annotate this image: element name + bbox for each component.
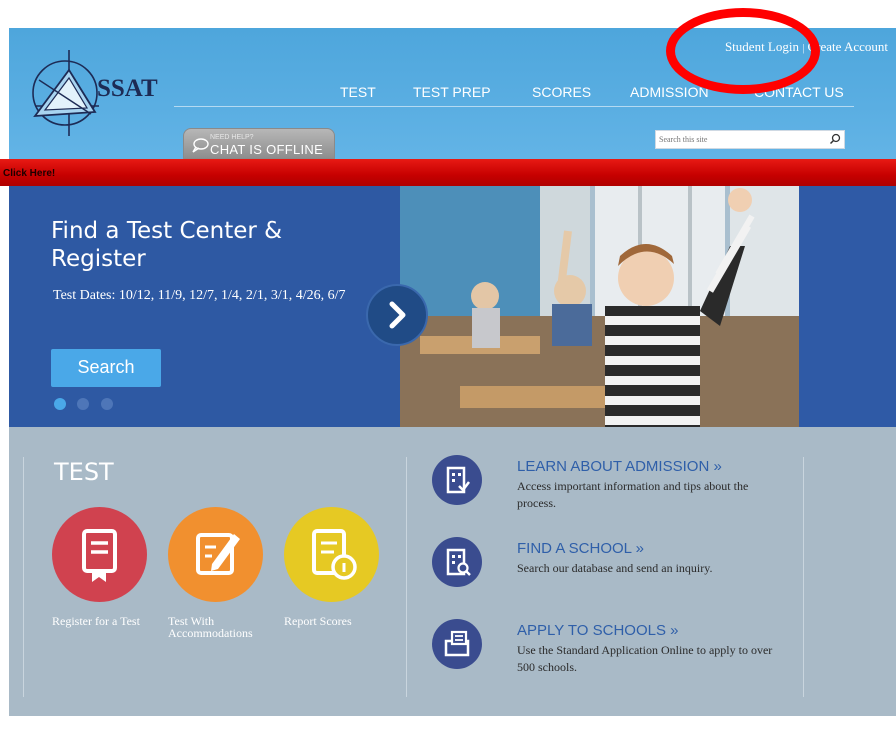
alert-banner[interactable]: Click Here! bbox=[0, 159, 896, 186]
report-scores-button[interactable] bbox=[284, 507, 379, 602]
find-school-link[interactable]: FIND A SCHOOL » bbox=[517, 540, 644, 557]
apply-schools-icon-button[interactable] bbox=[432, 619, 482, 669]
classroom-photo bbox=[400, 186, 799, 427]
column-divider bbox=[23, 457, 24, 697]
report-scores-label[interactable]: Report Scores bbox=[284, 615, 384, 627]
find-school-desc: Search our database and send an inquiry. bbox=[517, 561, 713, 575]
test-accommodations-label[interactable]: Test With Accommodations bbox=[168, 615, 268, 639]
edit-document-icon bbox=[196, 533, 240, 575]
learn-admission-desc: Access important information and tips ab… bbox=[517, 479, 749, 510]
learn-admission-icon-button[interactable] bbox=[432, 455, 482, 505]
banner-link[interactable]: Click Here! bbox=[3, 168, 55, 179]
test-heading: TEST bbox=[54, 458, 114, 486]
register-test-label[interactable]: Register for a Test bbox=[52, 615, 142, 627]
chat-button[interactable]: NEED HELP? CHAT IS OFFLINE bbox=[183, 128, 335, 159]
page-footer-gap bbox=[0, 716, 896, 746]
header-divider bbox=[174, 106, 854, 107]
certificate-icon bbox=[82, 529, 117, 582]
apply-schools-link[interactable]: APPLY TO SCHOOLS » bbox=[517, 622, 678, 639]
chat-status-label: CHAT IS OFFLINE bbox=[210, 142, 324, 157]
folder-document-icon bbox=[444, 630, 470, 657]
nav-scores[interactable]: SCORES bbox=[532, 84, 591, 100]
register-test-button[interactable] bbox=[52, 507, 147, 602]
content-section: TEST Register for a Test Test With Accom… bbox=[9, 427, 896, 723]
hero-title: Find a Test Center & Register bbox=[51, 218, 283, 272]
carousel-next-button[interactable] bbox=[366, 284, 428, 346]
carousel-dot-3[interactable] bbox=[101, 398, 113, 410]
carousel-dot-2[interactable] bbox=[77, 398, 89, 410]
search-input[interactable] bbox=[659, 132, 819, 147]
chat-help-label: NEED HELP? bbox=[210, 134, 254, 141]
chevron-right-icon bbox=[389, 301, 406, 329]
hero-test-dates: Test Dates: 10/12, 11/9, 12/7, 1/4, 2/1,… bbox=[53, 288, 346, 303]
learn-admission-link[interactable]: LEARN ABOUT ADMISSION » bbox=[517, 458, 722, 475]
report-info-icon bbox=[312, 529, 357, 580]
annotation-circle bbox=[666, 8, 820, 94]
hero-search-button[interactable]: Search bbox=[51, 349, 161, 387]
test-accommodations-button[interactable] bbox=[168, 507, 263, 602]
column-divider bbox=[406, 457, 407, 697]
nav-test[interactable]: TEST bbox=[340, 84, 376, 100]
chat-bubble-icon bbox=[192, 138, 209, 153]
site-search bbox=[655, 130, 845, 149]
find-school-icon-button[interactable] bbox=[432, 537, 482, 587]
column-divider bbox=[803, 457, 804, 697]
search-icon[interactable] bbox=[829, 133, 841, 145]
hero-carousel: Find a Test Center & Register Test Dates… bbox=[9, 186, 896, 427]
nav-test-prep[interactable]: TEST PREP bbox=[413, 84, 491, 100]
building-search-icon bbox=[446, 548, 471, 576]
nav-admission[interactable]: ADMISSION bbox=[630, 84, 709, 100]
carousel-dot-1[interactable] bbox=[54, 398, 66, 410]
building-check-icon bbox=[446, 466, 470, 494]
hero-side-panel bbox=[799, 186, 896, 427]
apply-schools-desc: Use the Standard Application Online to a… bbox=[517, 643, 773, 674]
